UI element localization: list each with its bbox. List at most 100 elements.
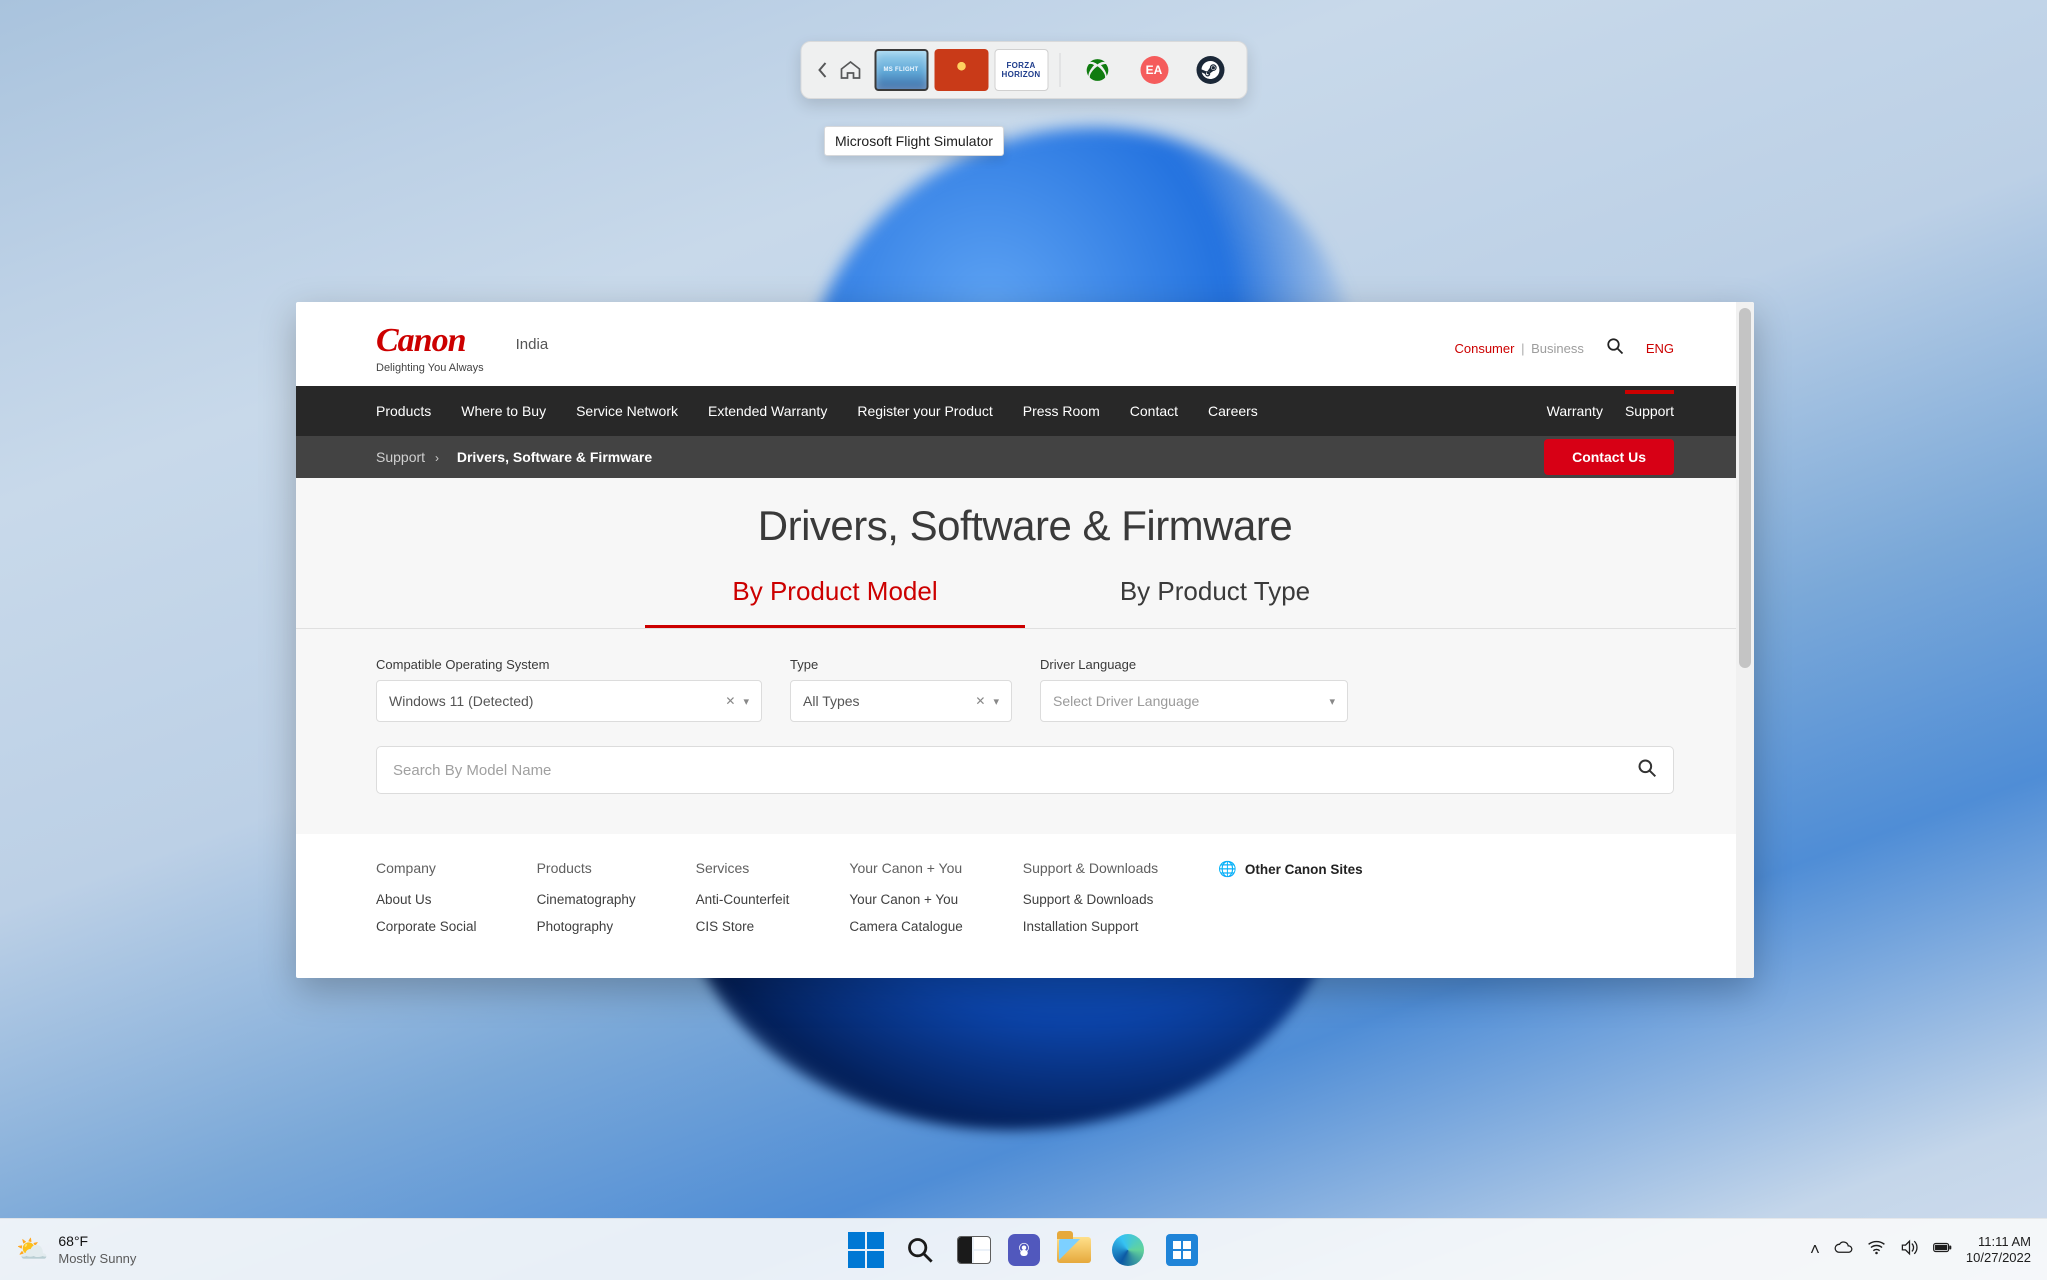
taskbar-clock[interactable]: 11:11 AM 10/27/2022 (1966, 1234, 2031, 1266)
filter-lang-placeholder: Select Driver Language (1053, 693, 1199, 709)
contact-us-button[interactable]: Contact Us (1544, 439, 1674, 475)
filter-type-select[interactable]: All Types ✕ ▾ (790, 680, 1012, 722)
footer-link[interactable]: CIS Store (696, 919, 790, 934)
task-view-button[interactable] (954, 1230, 994, 1270)
region-label: India (516, 336, 549, 353)
footer-link[interactable]: Your Canon + You (849, 892, 962, 907)
chevron-down-icon: ▾ (1329, 695, 1335, 708)
weather-temp: 68°F (58, 1233, 136, 1250)
game-tile-minecraft-dungeons[interactable] (934, 49, 988, 91)
model-search[interactable] (376, 746, 1674, 794)
browser-window: Canon Delighting You Always India Consum… (296, 302, 1754, 978)
footer-link[interactable]: About Us (376, 892, 477, 907)
sub-bar: Support › Drivers, Software & Firmware C… (296, 436, 1754, 478)
footer-other-sites[interactable]: 🌐 Other Canon Sites (1218, 860, 1362, 878)
audience-business[interactable]: Business (1531, 341, 1584, 356)
chevron-down-icon: ▾ (743, 695, 749, 708)
wifi-icon[interactable] (1867, 1238, 1886, 1262)
main-nav: Products Where to Buy Service Network Ex… (296, 386, 1754, 436)
globe-icon: 🌐 (1218, 860, 1237, 878)
gamebar-back-button[interactable] (809, 52, 835, 88)
filter-os-label: Compatible Operating System (376, 657, 762, 672)
tray-overflow-button[interactable]: ˄ (1810, 1240, 1820, 1260)
system-tray: ˄ 11:11 AM 10/27/2022 (1810, 1234, 2031, 1266)
taskbar-search-button[interactable] (900, 1230, 940, 1270)
filter-type-label: Type (790, 657, 1012, 672)
game-tile-forza-horizon[interactable]: FORZA HORIZON (994, 49, 1048, 91)
scrollbar[interactable] (1736, 302, 1754, 978)
taskbar-chat-button[interactable] (1008, 1234, 1040, 1266)
weather-icon: ⛅ (16, 1234, 48, 1265)
header-search-icon[interactable] (1606, 337, 1624, 360)
taskbar: ⛅ 68°F Mostly Sunny ˄ (0, 1218, 2047, 1280)
nav-register-product[interactable]: Register your Product (857, 403, 992, 419)
footer-products-title: Products (537, 860, 636, 876)
taskbar-store-button[interactable] (1162, 1230, 1202, 1270)
logo-block[interactable]: Canon Delighting You Always (376, 322, 484, 374)
desktop: FORZA HORIZON EA Microsoft Flight Simula… (0, 0, 2047, 1280)
footer-support-title: Support & Downloads (1023, 860, 1158, 876)
canon-tagline: Delighting You Always (376, 362, 484, 374)
audience-consumer[interactable]: Consumer (1454, 341, 1514, 356)
gamebar-tooltip: Microsoft Flight Simulator (824, 126, 1004, 156)
game-bar: FORZA HORIZON EA (800, 41, 1247, 99)
footer-link[interactable]: Camera Catalogue (849, 919, 962, 934)
breadcrumb-root[interactable]: Support (376, 449, 425, 465)
volume-icon[interactable] (1900, 1238, 1919, 1262)
nav-press-room[interactable]: Press Room (1023, 403, 1100, 419)
chevron-down-icon: ▾ (993, 695, 999, 708)
weather-desc: Mostly Sunny (58, 1250, 136, 1267)
nav-products[interactable]: Products (376, 403, 431, 419)
nav-warranty[interactable]: Warranty (1547, 403, 1603, 419)
tab-by-product-type[interactable]: By Product Type (1025, 576, 1405, 628)
audience-toggle[interactable]: Consumer | Business (1454, 341, 1583, 356)
footer-link[interactable]: Photography (537, 919, 636, 934)
footer-link[interactable]: Cinematography (537, 892, 636, 907)
page-title: Drivers, Software & Firmware (296, 502, 1754, 550)
footer-link[interactable]: Support & Downloads (1023, 892, 1158, 907)
game-tile-msfs[interactable] (874, 49, 928, 91)
footer-canon-you-title: Your Canon + You (849, 860, 962, 876)
chevron-right-icon: › (435, 451, 439, 465)
clock-time: 11:11 AM (1978, 1234, 2031, 1250)
tab-by-product-model[interactable]: By Product Model (645, 576, 1025, 628)
gamebar-separator (1059, 53, 1060, 87)
footer-link[interactable]: Corporate Social (376, 919, 477, 934)
nav-where-to-buy[interactable]: Where to Buy (461, 403, 546, 419)
launcher-xbox[interactable] (1082, 55, 1112, 85)
filter-type-value: All Types (803, 693, 860, 709)
onedrive-icon[interactable] (1834, 1238, 1853, 1262)
clock-date: 10/27/2022 (1966, 1250, 2031, 1266)
footer-company-title: Company (376, 860, 477, 876)
site-header: Canon Delighting You Always India Consum… (296, 302, 1754, 386)
start-button[interactable] (846, 1230, 886, 1270)
taskbar-edge-button[interactable] (1108, 1230, 1148, 1270)
scrollbar-thumb[interactable] (1739, 308, 1751, 668)
footer-services-title: Services (696, 860, 790, 876)
filter-type-clear-icon[interactable]: ✕ (975, 694, 985, 708)
footer: Company About Us Corporate Social Produc… (296, 834, 1754, 934)
nav-service-network[interactable]: Service Network (576, 403, 678, 419)
nav-contact[interactable]: Contact (1130, 403, 1178, 419)
footer-link[interactable]: Anti-Counterfeit (696, 892, 790, 907)
filter-os-select[interactable]: Windows 11 (Detected) ✕ ▾ (376, 680, 762, 722)
launcher-ea[interactable]: EA (1140, 56, 1168, 84)
lang-toggle[interactable]: ENG (1646, 341, 1674, 356)
nav-support[interactable]: Support (1625, 403, 1674, 419)
battery-icon[interactable] (1933, 1238, 1952, 1262)
nav-extended-warranty[interactable]: Extended Warranty (708, 403, 827, 419)
taskbar-weather[interactable]: ⛅ 68°F Mostly Sunny (16, 1233, 136, 1267)
filter-os-value: Windows 11 (Detected) (389, 693, 533, 709)
model-search-input[interactable] (393, 762, 1637, 779)
canon-logo: Canon (376, 322, 484, 360)
filter-lang-select[interactable]: Select Driver Language ▾ (1040, 680, 1348, 722)
taskbar-explorer-button[interactable] (1054, 1230, 1094, 1270)
launcher-steam[interactable] (1196, 56, 1224, 84)
breadcrumb-current: Drivers, Software & Firmware (457, 449, 652, 465)
filter-os-clear-icon[interactable]: ✕ (725, 694, 735, 708)
gamebar-home-button[interactable] (835, 52, 865, 88)
footer-link[interactable]: Installation Support (1023, 919, 1158, 934)
nav-careers[interactable]: Careers (1208, 403, 1258, 419)
model-search-submit-icon[interactable] (1637, 758, 1657, 783)
breadcrumb: Support › Drivers, Software & Firmware (376, 449, 652, 465)
